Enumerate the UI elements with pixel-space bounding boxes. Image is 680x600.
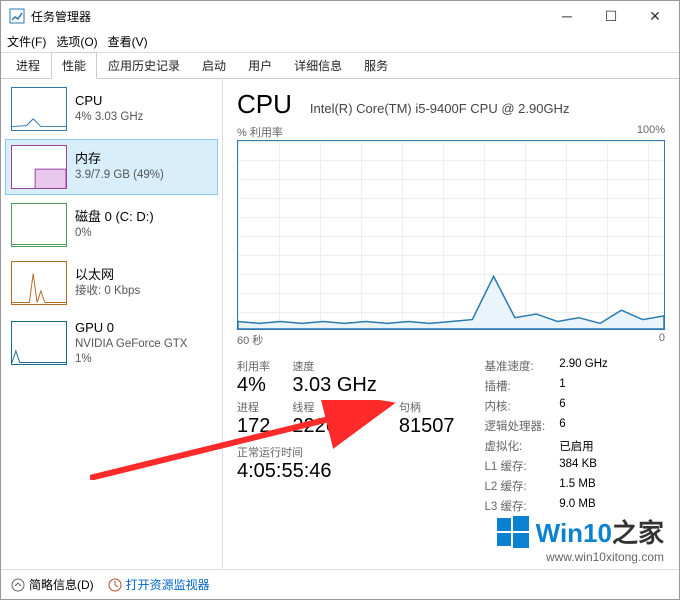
logical-processors-label: 逻辑处理器: bbox=[484, 418, 545, 434]
util-label: 利用率 bbox=[237, 358, 270, 374]
sidebar-item-cpu[interactable]: CPU 4% 3.03 GHz bbox=[5, 81, 218, 137]
sidebar-item-gpu[interactable]: GPU 0 NVIDIA GeForce GTX 1% bbox=[5, 313, 218, 374]
chart-x-right: 0 bbox=[659, 332, 665, 348]
handles-label: 句柄 bbox=[399, 399, 455, 415]
base-speed-value: 2.90 GHz bbox=[559, 358, 608, 374]
l3-cache-label: L3 缓存: bbox=[484, 498, 545, 514]
fewer-details-button[interactable]: 简略信息(D) bbox=[11, 576, 94, 593]
menu-options[interactable]: 选项(O) bbox=[56, 33, 97, 50]
threads-label: 线程 bbox=[292, 399, 376, 415]
base-speed-label: 基准速度: bbox=[484, 358, 545, 374]
sidebar-item-value: 0% bbox=[75, 226, 154, 242]
minimize-button[interactable]: ─ bbox=[545, 1, 589, 31]
handles-value: 81507 bbox=[399, 415, 455, 438]
close-button[interactable]: ✕ bbox=[633, 1, 677, 31]
sidebar-item-label: 内存 bbox=[75, 150, 164, 168]
sidebar-item-label: CPU bbox=[75, 92, 143, 110]
sidebar: CPU 4% 3.03 GHz 内存 3.9/7.9 GB (49%) 磁盘 bbox=[1, 79, 223, 569]
speed-label: 速度 bbox=[292, 358, 376, 374]
ethernet-thumb-icon bbox=[11, 261, 67, 305]
sidebar-item-value: 4% 3.03 GHz bbox=[75, 110, 143, 126]
tab-services[interactable]: 服务 bbox=[353, 52, 399, 79]
l2-cache-value: 1.5 MB bbox=[559, 478, 608, 494]
menu-view[interactable]: 查看(V) bbox=[108, 33, 148, 50]
sockets-value: 1 bbox=[559, 378, 608, 394]
tab-users[interactable]: 用户 bbox=[237, 52, 283, 79]
threads-value: 2226 bbox=[292, 415, 376, 438]
cores-value: 6 bbox=[559, 398, 608, 414]
app-icon bbox=[9, 8, 25, 24]
logical-processors-value: 6 bbox=[559, 418, 608, 434]
uptime-label: 正常运行时间 bbox=[237, 444, 454, 460]
l1-cache-label: L1 缓存: bbox=[484, 458, 545, 474]
tab-processes[interactable]: 进程 bbox=[5, 52, 51, 79]
tab-app-history[interactable]: 应用历史记录 bbox=[97, 52, 191, 79]
menubar: 文件(F) 选项(O) 查看(V) bbox=[1, 31, 679, 53]
watermark: Win10之家 www.win10xitong.com bbox=[495, 513, 664, 564]
chart-y-label: % 利用率 bbox=[237, 124, 283, 140]
processes-value: 172 bbox=[237, 415, 270, 438]
sockets-label: 插槽: bbox=[484, 378, 545, 394]
cores-label: 内核: bbox=[484, 398, 545, 414]
l3-cache-value: 9.0 MB bbox=[559, 498, 608, 514]
windows-logo-icon bbox=[495, 514, 531, 550]
window-title: 任务管理器 bbox=[31, 8, 545, 25]
uptime-value: 4:05:55:46 bbox=[237, 460, 454, 483]
sidebar-item-value: 3.9/7.9 GB (49%) bbox=[75, 168, 164, 184]
task-manager-window: 任务管理器 ─ ☐ ✕ 文件(F) 选项(O) 查看(V) 进程 性能 应用历史… bbox=[0, 0, 680, 600]
gpu-thumb-icon bbox=[11, 321, 67, 365]
sidebar-item-disk[interactable]: 磁盘 0 (C: D:) 0% bbox=[5, 197, 218, 253]
l1-cache-value: 384 KB bbox=[559, 458, 608, 474]
sidebar-item-label: GPU 0 bbox=[75, 319, 187, 337]
sidebar-item-memory[interactable]: 内存 3.9/7.9 GB (49%) bbox=[5, 139, 218, 195]
sidebar-item-ethernet[interactable]: 以太网 接收: 0 Kbps bbox=[5, 255, 218, 311]
tab-details[interactable]: 详细信息 bbox=[283, 52, 353, 79]
sidebar-item-label: 磁盘 0 (C: D:) bbox=[75, 208, 154, 226]
statusbar: 简略信息(D) 打开资源监视器 bbox=[1, 569, 679, 599]
cpu-model: Intel(R) Core(TM) i5-9400F CPU @ 2.90GHz bbox=[310, 101, 570, 116]
sidebar-item-value: NVIDIA GeForce GTX 1% bbox=[75, 337, 187, 368]
cpu-utilization-chart[interactable] bbox=[237, 140, 665, 330]
chart-x-left: 60 秒 bbox=[237, 332, 263, 348]
disk-thumb-icon bbox=[11, 203, 67, 247]
sidebar-item-value: 接收: 0 Kbps bbox=[75, 284, 140, 300]
memory-thumb-icon bbox=[11, 145, 67, 189]
util-value: 4% bbox=[237, 374, 270, 397]
maximize-button[interactable]: ☐ bbox=[589, 1, 633, 31]
l2-cache-label: L2 缓存: bbox=[484, 478, 545, 494]
virtualization-value: 已启用 bbox=[559, 438, 608, 454]
titlebar[interactable]: 任务管理器 ─ ☐ ✕ bbox=[1, 1, 679, 31]
tab-performance[interactable]: 性能 bbox=[51, 52, 97, 79]
chart-y-max: 100% bbox=[637, 124, 665, 140]
virtualization-label: 虚拟化: bbox=[484, 438, 545, 454]
tabs: 进程 性能 应用历史记录 启动 用户 详细信息 服务 bbox=[1, 53, 679, 79]
main-title: CPU bbox=[237, 89, 292, 120]
processes-label: 进程 bbox=[237, 399, 270, 415]
menu-file[interactable]: 文件(F) bbox=[7, 33, 46, 50]
open-resource-monitor-link[interactable]: 打开资源监视器 bbox=[108, 576, 210, 593]
main-panel: CPU Intel(R) Core(TM) i5-9400F CPU @ 2.9… bbox=[223, 79, 679, 569]
cpu-thumb-icon bbox=[11, 87, 67, 131]
sidebar-item-label: 以太网 bbox=[75, 266, 140, 284]
chevron-up-circle-icon bbox=[11, 578, 25, 592]
resource-monitor-icon bbox=[108, 578, 122, 592]
tab-startup[interactable]: 启动 bbox=[191, 52, 237, 79]
speed-value: 3.03 GHz bbox=[292, 374, 376, 397]
